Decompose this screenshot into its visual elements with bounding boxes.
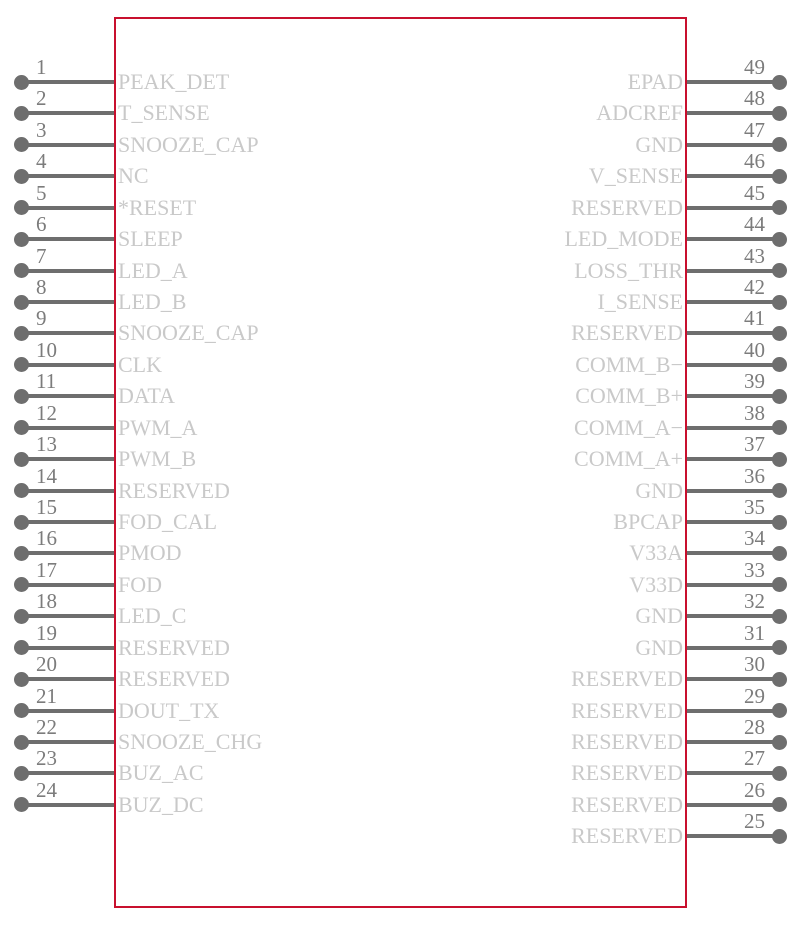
pin-terminal-dot[interactable] (771, 74, 787, 90)
pin-terminal-dot[interactable] (771, 105, 787, 121)
pin-terminal-dot[interactable] (771, 640, 787, 656)
pin-terminal-dot[interactable] (771, 388, 787, 404)
pin-wire[interactable] (687, 331, 779, 336)
pin-wire[interactable] (687, 677, 779, 682)
pin-wire[interactable] (687, 111, 779, 116)
pin-terminal-dot[interactable] (771, 545, 787, 561)
pin-wire[interactable] (687, 834, 779, 839)
pin-wire[interactable] (687, 708, 779, 713)
pin-wire[interactable] (687, 488, 779, 493)
pin-wire[interactable] (687, 80, 779, 84)
pin-terminal-dot[interactable] (771, 828, 787, 844)
pin-terminal-dot[interactable] (771, 608, 787, 624)
pin-wire[interactable] (687, 237, 779, 242)
pin-wire[interactable] (687, 520, 779, 525)
pin-wire[interactable] (687, 205, 779, 210)
pin-wire[interactable] (687, 174, 779, 179)
pin-wire[interactable] (687, 268, 779, 273)
pin-terminal-dot[interactable] (771, 483, 787, 499)
pin-wire[interactable] (687, 802, 779, 807)
pin-wire[interactable] (687, 300, 779, 304)
pin-wire[interactable] (687, 645, 779, 650)
schematic-symbol-canvas: 1 PEAK_DET 2 T_SENSE 3 SNOOZE_CAP 4 NC 5 *RESET 6 S… (0, 0, 800, 927)
pin-terminal-dot[interactable] (771, 797, 787, 813)
pin-wire[interactable] (687, 425, 779, 430)
pin-terminal-dot[interactable] (771, 200, 787, 216)
pin-terminal-dot[interactable] (771, 263, 787, 279)
pin-terminal-dot[interactable] (771, 168, 787, 184)
pin-wire[interactable] (687, 582, 779, 587)
pin-wire[interactable] (687, 362, 779, 367)
pin-terminal-dot[interactable] (771, 294, 787, 310)
pin-terminal-dot[interactable] (771, 514, 787, 530)
pin-terminal-dot[interactable] (771, 765, 787, 781)
pin-terminal-dot[interactable] (771, 734, 787, 750)
pin-wire[interactable] (687, 394, 779, 399)
pin-wire[interactable] (687, 614, 779, 619)
pin-terminal-dot[interactable] (771, 451, 787, 467)
pin-terminal-dot[interactable] (771, 231, 787, 247)
pin-terminal-dot[interactable] (771, 325, 787, 341)
pin-terminal-dot[interactable] (771, 577, 787, 593)
pin-wire[interactable] (687, 457, 779, 462)
pin-terminal-dot[interactable] (771, 137, 787, 153)
pin-label: RESERVED (571, 823, 683, 849)
pin-terminal-dot[interactable] (771, 357, 787, 373)
pin-terminal-dot[interactable] (771, 703, 787, 719)
pin-wire[interactable] (687, 551, 779, 556)
pin-wire[interactable] (687, 771, 779, 776)
pin-terminal-dot[interactable] (771, 671, 787, 687)
pin-terminal-dot[interactable] (771, 420, 787, 436)
pin-wire[interactable] (687, 142, 779, 147)
pin-wire[interactable] (687, 740, 779, 745)
